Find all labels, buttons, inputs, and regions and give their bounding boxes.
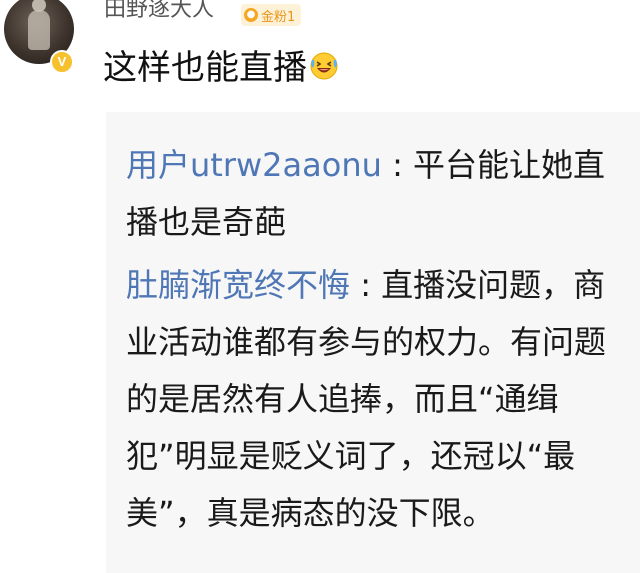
comment-card: V 田野逐大人 ● 金粉1 这样也能直播 用户utrw2aaonu : 平台能让…	[0, 0, 640, 573]
fan-badge-label: 金粉1	[261, 9, 296, 25]
verified-badge-icon: V	[50, 50, 74, 74]
reply-separator: :	[350, 266, 382, 304]
avatar-figure	[28, 10, 50, 50]
coin-icon: ●	[244, 8, 258, 22]
reply-separator: :	[381, 146, 414, 184]
reply-author[interactable]: 肚腩渐宽终不悔	[126, 266, 350, 304]
reply-item: 肚腩渐宽终不悔 : 直播没问题，商业活动谁都有参与的权力。有问题的是居然有人追捧…	[126, 257, 616, 542]
comment-text: 这样也能直播	[103, 46, 339, 90]
crying-laughing-emoji-icon	[310, 52, 338, 80]
fan-badge: ● 金粉1	[241, 4, 302, 26]
reply-list: 用户utrw2aaonu : 平台能让她直播也是奇葩 肚腩渐宽终不悔 : 直播没…	[106, 112, 640, 573]
reply-item: 用户utrw2aaonu : 平台能让她直播也是奇葩	[126, 137, 616, 251]
username[interactable]: 田野逐大人	[104, 0, 214, 22]
reply-text: 直播没问题，商业活动谁都有参与的权力。有问题的是居然有人追捧，而且“通缉犯”明显…	[126, 266, 607, 532]
reply-author[interactable]: 用户utrw2aaonu	[126, 146, 382, 184]
comment-body: 这样也能直播	[103, 48, 307, 88]
